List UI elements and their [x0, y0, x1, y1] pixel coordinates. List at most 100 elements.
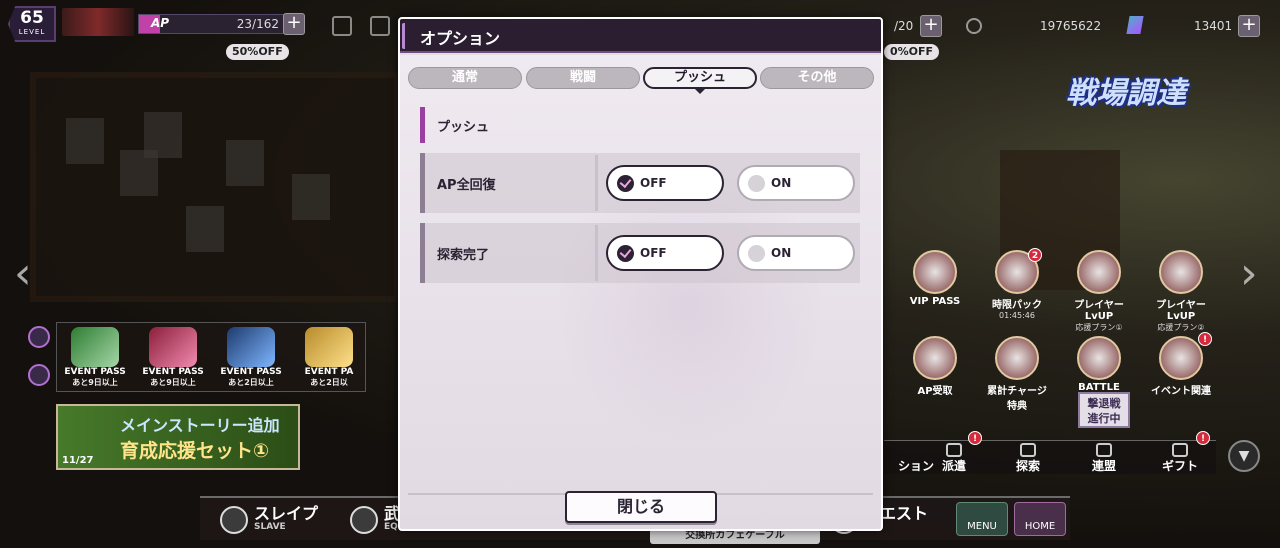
event-pass-3[interactable]: EVENT PASS あと2日以上 [215, 327, 287, 388]
section-header: プッシュ [420, 107, 860, 143]
nav-dispatch[interactable]: 派遣 ! [922, 431, 986, 475]
charge-bonus-icon [995, 336, 1039, 380]
level-badge: 65 LEVEL [8, 6, 56, 42]
gold-value: 19765622 [1040, 19, 1102, 33]
stamina-add-button[interactable]: + [920, 15, 942, 37]
option-label: OFF [640, 246, 667, 260]
slave-icon [220, 506, 248, 534]
ap-recovery-on-option[interactable]: ON [737, 165, 855, 201]
limited-pack-timer: 01:45:46 [999, 311, 1035, 320]
event-pass-title: EVENT PASS [64, 367, 126, 377]
game-screen: 65 LEVEL AP 23/162 + 50%OFF /20 + 0%OFF … [0, 0, 1280, 548]
raid-status-tag[interactable]: 撃退戦 進行中 [1078, 392, 1130, 428]
gift-icon [1172, 443, 1188, 457]
event-pass-icon [305, 327, 353, 367]
exploration-off-option[interactable]: OFF [606, 235, 724, 271]
gem-value: 13401 [1194, 19, 1233, 33]
tab-battle[interactable]: 戦闘 [526, 67, 640, 89]
divider [595, 225, 598, 281]
ap-bar: AP 23/162 [138, 14, 288, 34]
nav-gift[interactable]: ギフト ! [1148, 431, 1212, 475]
event-pass-4[interactable]: EVENT PA あと2日以 [293, 327, 365, 388]
chevron-down-icon[interactable]: ▼ [1228, 440, 1260, 472]
radio-empty-icon [748, 175, 765, 192]
vip-pass-button[interactable]: VIP PASS [902, 250, 968, 307]
level-plan-1-button[interactable]: プレイヤーLvUP 応援プラン① [1066, 250, 1132, 333]
flag-icon [1096, 443, 1112, 457]
chevron-left-icon[interactable]: ‹ [14, 252, 32, 296]
menu-button[interactable]: MENU [956, 502, 1008, 536]
feature-label: プレイヤーLvUP [1156, 300, 1206, 322]
setting-exploration-complete: 探索完了 OFF ON [420, 223, 860, 283]
feature-sub: 応援プラン① [1075, 323, 1123, 332]
gold-coin-icon [966, 18, 982, 34]
event-pass-title: EVENT PASS [142, 367, 204, 377]
event-related-button[interactable]: イベント関連 ! [1148, 332, 1214, 397]
search-icon[interactable] [28, 364, 50, 386]
ap-receive-icon [913, 336, 957, 380]
tab-push[interactable]: プッシュ [643, 67, 757, 94]
tab-general[interactable]: 通常 [408, 67, 522, 89]
secondary-nav: ション 派遣 ! 探索 連盟 ギフト ! [884, 431, 1216, 475]
nav-explore[interactable]: 探索 [996, 441, 1060, 475]
home-button[interactable]: HOME [1014, 502, 1066, 536]
notification-badge: ! [1198, 332, 1212, 346]
section-title: プッシュ [437, 120, 490, 135]
event-pass-remaining: あと9日以上 [72, 378, 118, 387]
event-pass-1[interactable]: EVENT PASS あと9日以上 [59, 327, 131, 388]
options-dialog: オプション 通常 戦闘 プッシュ その他 プッシュ AP全回復 OFF ON 探… [398, 17, 883, 531]
ap-add-button[interactable]: + [283, 13, 305, 35]
story-banner-line2: 育成応援セット① [120, 440, 270, 462]
ap-recovery-off-option[interactable]: OFF [606, 165, 724, 201]
tab-other[interactable]: その他 [760, 67, 874, 89]
feature-label: VIP PASS [909, 296, 961, 307]
treasure-chest-icon [1159, 250, 1203, 294]
ap-label: AP [151, 16, 170, 30]
exploration-on-option[interactable]: ON [737, 235, 855, 271]
battle-procurement-banner[interactable]: 戦場調達 [1066, 68, 1246, 126]
limited-pack-button[interactable]: 時限パック 01:45:46 2 [984, 248, 1050, 320]
feature-label: 時限パック [992, 300, 1042, 311]
event-pass-title: EVENT PA [304, 367, 354, 377]
event-pass-2[interactable]: EVENT PASS あと9日以上 [137, 327, 209, 388]
option-label: OFF [640, 176, 667, 190]
raid-tag-line1: 撃退戦 [1087, 397, 1121, 410]
ap-value: 23/162 [236, 17, 279, 31]
story-banner[interactable]: メインストーリー追加 育成応援セット① 11/27 [56, 404, 300, 470]
feature-label: 累計チャージ特典 [987, 386, 1047, 412]
battle-pass-icon [1077, 336, 1121, 380]
home-label: HOME [1024, 521, 1056, 532]
event-pass-row: EVENT PASS あと9日以上 EVENT PASS あと9日以上 EVEN… [56, 322, 366, 392]
dialog-body: 通常 戦闘 プッシュ その他 プッシュ AP全回復 OFF ON 探索完了 OF… [400, 55, 881, 529]
stamina-value: /20 [894, 19, 914, 33]
level-number: 65 [20, 8, 44, 28]
header-decoration [402, 23, 412, 49]
explore-icon [1020, 443, 1036, 457]
close-button[interactable]: 閉じる [565, 491, 717, 523]
chevron-right-icon[interactable]: › [1240, 252, 1258, 296]
feature-label: プレイヤーLvUP [1074, 300, 1124, 322]
check-icon [617, 175, 634, 192]
charge-bonus-button[interactable]: 累計チャージ特典 [984, 336, 1050, 412]
player-avatar[interactable] [62, 8, 134, 36]
treasure-chest-icon [1077, 250, 1121, 294]
settings-icon[interactable] [370, 16, 390, 36]
nav-label: ギフト [1161, 459, 1198, 473]
option-label: ON [771, 176, 792, 190]
raid-tag-line2: 進行中 [1087, 412, 1121, 425]
level-plan-2-button[interactable]: プレイヤーLvUP 応援プラン② [1148, 250, 1214, 333]
option-label: ON [771, 246, 792, 260]
fullscreen-icon[interactable] [332, 16, 352, 36]
ap-receive-button[interactable]: AP受取 [902, 336, 968, 397]
lock-icon[interactable] [28, 326, 50, 348]
nav-alliance[interactable]: 連盟 [1072, 441, 1136, 475]
story-banner-date: 11/27 [62, 455, 94, 466]
dialog-header: オプション [400, 19, 881, 53]
menu-label: MENU [967, 521, 997, 532]
event-pass-remaining: あと2日以上 [228, 378, 274, 387]
gem-add-button[interactable]: + [1238, 15, 1260, 37]
nav-label: 探索 [1015, 459, 1040, 473]
nav-slave[interactable]: スレイプ SLAVE [210, 500, 318, 540]
options-tabs: 通常 戦闘 プッシュ その他 [408, 67, 875, 94]
divider [595, 155, 598, 211]
